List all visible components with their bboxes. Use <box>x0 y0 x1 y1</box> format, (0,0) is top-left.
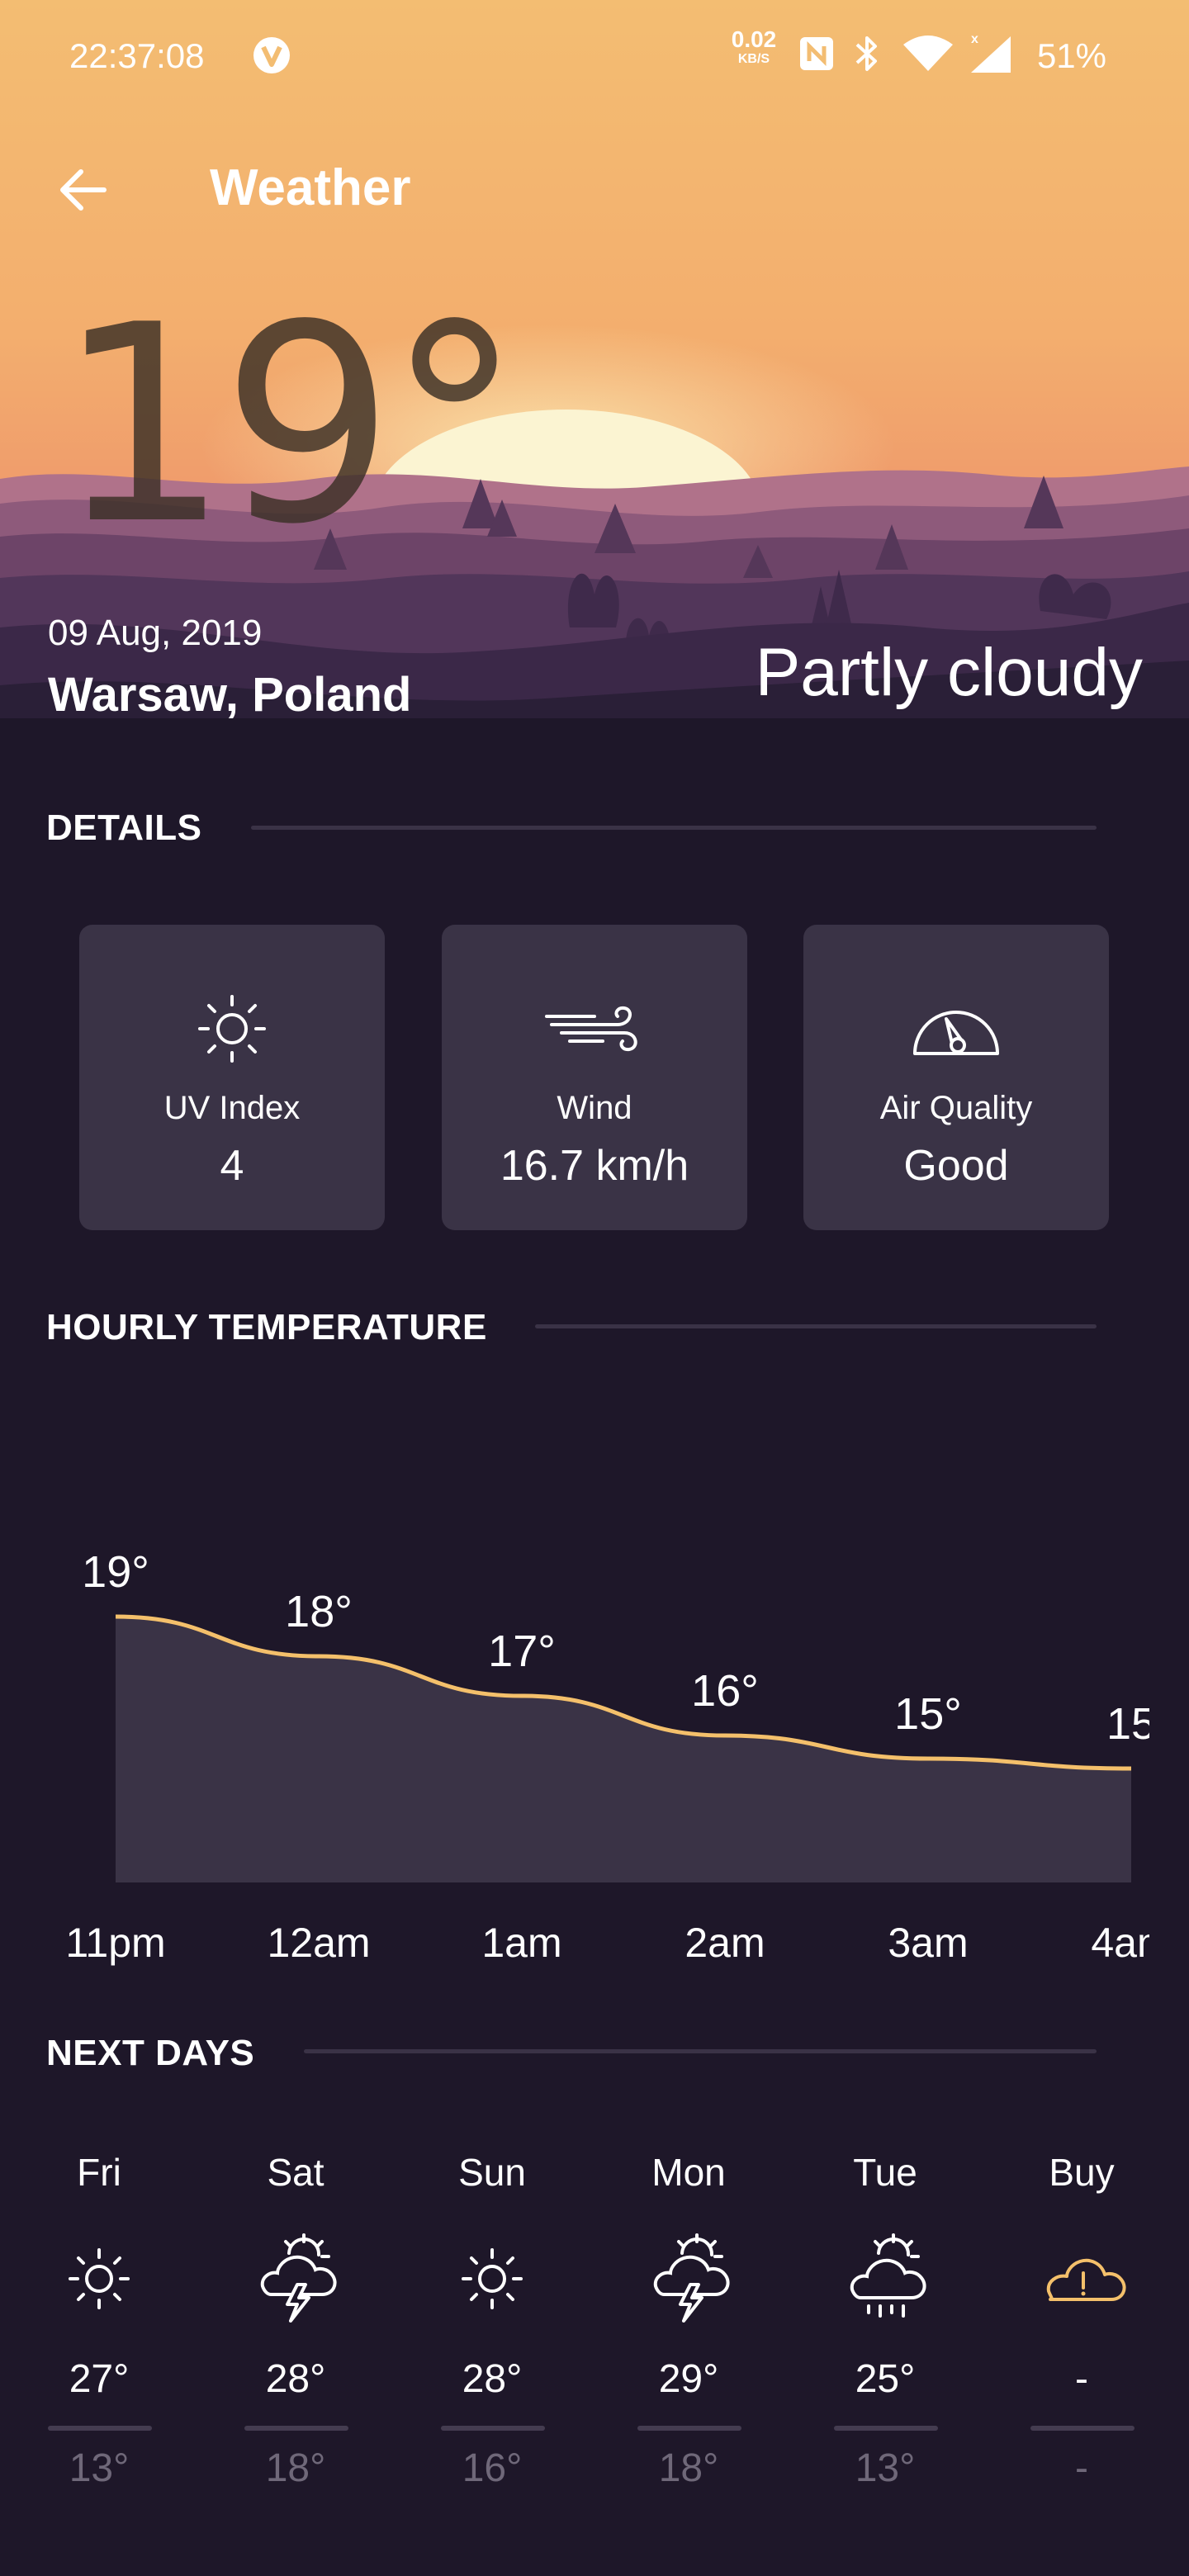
day-low-temp: 16° <box>462 2446 523 2490</box>
temperature-data-label: 18° <box>285 1587 353 1636</box>
temperature-area <box>116 1617 1131 1882</box>
wind-label: Wind <box>557 1090 632 1126</box>
gauge-icon <box>803 979 1109 1078</box>
temperature-data-label: 19° <box>82 1547 149 1597</box>
temp-divider <box>441 2426 545 2431</box>
section-divider <box>535 1324 1097 1328</box>
status-time: 22:37:08 <box>69 36 205 75</box>
sun-icon <box>410 2229 575 2328</box>
hourly-temperature-chart[interactable]: 19° 11pm 18° 12am 17° 1am 16° 2am 15° 3am 15 4am <box>0 1404 1189 1982</box>
battery-level: 51% <box>1036 36 1106 75</box>
status-bar: 22:37:08 0.02 KB/S x 51% <box>0 0 1189 107</box>
day-forecast-tue[interactable]: Tue 25° 13° <box>803 2147 968 2526</box>
hour-tick-label: 1am <box>481 1920 561 1966</box>
day-low-temp: 18° <box>658 2446 719 2490</box>
day-high-temp: 28° <box>265 2357 326 2401</box>
day-forecast-fri[interactable]: Fri 27° 13° <box>17 2147 182 2526</box>
temperature-data-label: 15 <box>1106 1699 1156 1749</box>
day-forecast-sat[interactable]: Sat 28° 18° <box>213 2147 378 2526</box>
hourly-temperature-chart-svg: 19° 11pm 18° 12am 17° 1am 16° 2am 15° 3am 15 4am <box>65 1547 1171 1966</box>
next-days-section-title: NEXT DAYS <box>46 2033 255 2073</box>
current-date: 09 Aug, 2019 <box>48 613 263 653</box>
details-section-title: DETAILS <box>46 807 202 848</box>
network-speed-value: 0.02 <box>731 26 777 52</box>
hour-tick-label: 2am <box>685 1920 765 1966</box>
wind-card[interactable]: Wind 16.7 km/h <box>442 925 747 1230</box>
day-forecast-sun[interactable]: Sun 28° 16° <box>410 2147 575 2526</box>
svg-text:x: x <box>971 32 978 46</box>
network-speed: 0.02 KB/S <box>723 28 784 66</box>
back-button[interactable] <box>50 157 116 223</box>
day-low-temp: - <box>1075 2446 1088 2490</box>
day-high-temp: - <box>1075 2357 1088 2401</box>
sun-icon <box>79 979 385 1078</box>
arrow-left-icon <box>60 169 107 211</box>
hourly-section-title: HOURLY TEMPERATURE <box>46 1307 487 1347</box>
uv-index-value: 4 <box>220 1142 244 1190</box>
air-quality-label: Air Quality <box>879 1090 1033 1126</box>
rain-cloud-sun-icon <box>803 2229 968 2328</box>
hour-tick-label: 11pm <box>65 1920 165 1966</box>
day-name: Tue <box>853 2151 917 2194</box>
day-low-temp: 18° <box>265 2446 326 2490</box>
current-temperature: 19° <box>56 267 523 584</box>
day-name: Buy <box>1049 2151 1115 2194</box>
temp-divider <box>637 2426 741 2431</box>
wind-icon <box>442 979 747 1078</box>
day-forecast-mon[interactable]: Mon 29° 18° <box>606 2147 771 2526</box>
day-high-temp: 29° <box>658 2357 719 2401</box>
day-low-temp: 13° <box>855 2446 916 2490</box>
sun-icon <box>17 2229 182 2328</box>
signal-icon: x <box>968 30 1014 74</box>
wifi-icon <box>902 35 955 73</box>
temperature-data-label: 15° <box>894 1689 962 1739</box>
temp-divider <box>48 2426 152 2431</box>
air-quality-card[interactable]: Air Quality Good <box>803 925 1109 1230</box>
day-name: Fri <box>77 2151 121 2194</box>
temp-divider <box>1030 2426 1135 2431</box>
network-speed-unit: KB/S <box>737 52 770 66</box>
day-name: Sun <box>458 2151 526 2194</box>
temperature-data-label: 16° <box>691 1666 759 1716</box>
hour-tick-label: 3am <box>888 1920 968 1966</box>
day-low-temp: 13° <box>69 2446 130 2490</box>
location-name[interactable]: Warsaw, Poland <box>48 667 411 722</box>
section-divider <box>304 2049 1097 2053</box>
thunder-cloud-sun-icon <box>606 2229 771 2328</box>
nfc-icon <box>798 35 836 73</box>
day-high-temp: 27° <box>69 2357 130 2401</box>
wind-value: 16.7 km/h <box>500 1142 689 1190</box>
bluetooth-icon <box>850 33 883 74</box>
hour-tick-label: 4am <box>1091 1920 1171 1966</box>
day-high-temp: 28° <box>462 2357 523 2401</box>
hour-tick-label: 12am <box>267 1920 370 1966</box>
uv-index-card[interactable]: UV Index 4 <box>79 925 385 1230</box>
day-high-temp: 25° <box>855 2357 916 2401</box>
thunder-cloud-sun-icon <box>213 2229 378 2328</box>
cloud-alert-icon <box>999 2229 1164 2328</box>
vpn-icon <box>253 36 291 74</box>
weather-condition: Partly cloudy <box>755 635 1143 710</box>
air-quality-value: Good <box>903 1142 1009 1190</box>
section-divider <box>251 826 1097 830</box>
page-title: Weather <box>210 159 411 216</box>
day-forecast-buy[interactable]: Buy - - <box>999 2147 1164 2526</box>
temperature-data-label: 17° <box>488 1627 556 1676</box>
temp-divider <box>244 2426 348 2431</box>
day-name: Sat <box>267 2151 324 2194</box>
day-name: Mon <box>651 2151 726 2194</box>
temp-divider <box>834 2426 938 2431</box>
uv-index-label: UV Index <box>163 1090 301 1126</box>
